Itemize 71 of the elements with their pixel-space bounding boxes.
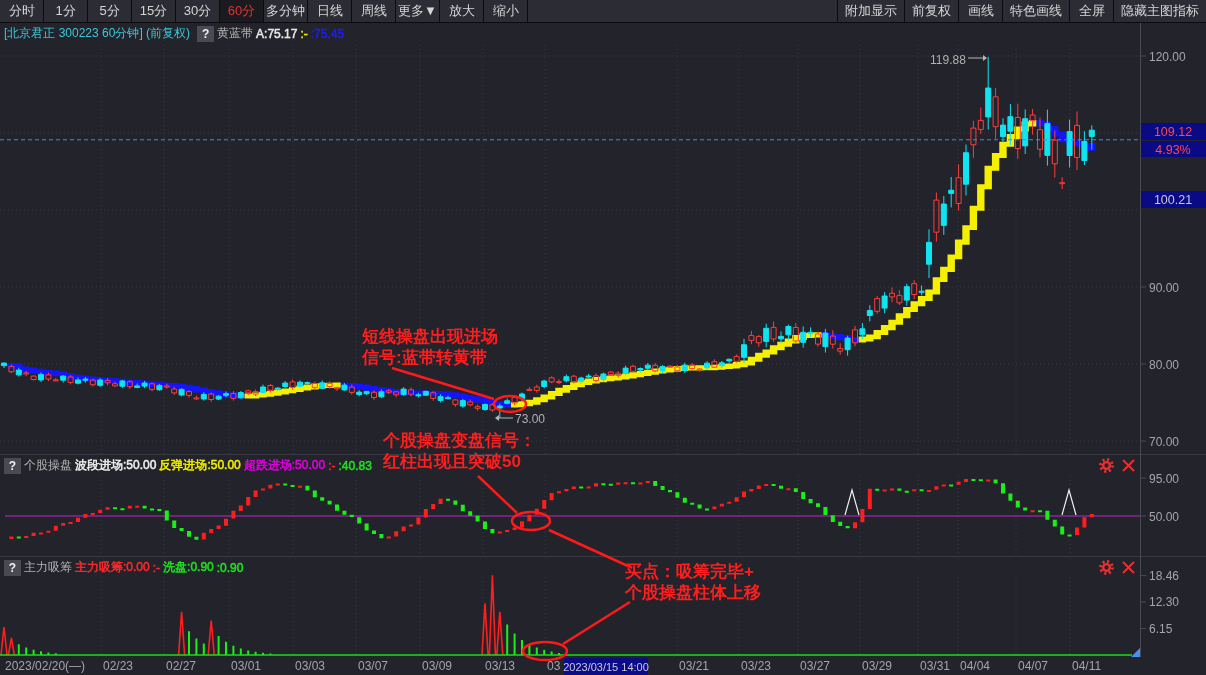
- annotation-text: 短线操盘出现进场 信号:蓝带转黄带: [362, 326, 498, 368]
- indicator-name: 黄蓝带: [217, 25, 254, 42]
- price-axis-label: 90.00: [1149, 280, 1180, 295]
- value-axis-label: 18.46: [1149, 568, 1180, 583]
- date-label: 2023/02/20(—): [5, 659, 86, 673]
- triangle-icon: [1131, 648, 1140, 657]
- value-axis-label: 6.15: [1149, 622, 1173, 636]
- cursor-time-label: 2023/03/15 14:00: [563, 658, 649, 675]
- indicator-value: :0.90: [216, 560, 244, 575]
- close-icon[interactable]: [1122, 561, 1135, 574]
- value-axis-label: 95.00: [1149, 471, 1180, 486]
- date-label: 03/31: [920, 659, 951, 673]
- annotation-ellipse: [521, 640, 569, 662]
- annotation-ellipse: [492, 394, 528, 414]
- leader-line: [562, 600, 631, 646]
- price-axis-label: 70.00: [1149, 434, 1180, 449]
- indicator-value: A:75.17: [256, 26, 298, 41]
- help-button[interactable]: ?: [4, 559, 21, 576]
- help-button[interactable]: ?: [197, 25, 215, 42]
- indicator-value: 洗盘:0.90: [163, 559, 214, 576]
- indicator-value: :40.83: [338, 458, 372, 473]
- timeframe-tab[interactable]: 多分钟: [264, 0, 308, 22]
- chart-title: [北京君正 300223 60分钟] (前复权): [4, 25, 191, 42]
- indicator-value: :-: [328, 458, 336, 473]
- help-button[interactable]: ?: [4, 457, 21, 474]
- date-label: 03/09: [422, 659, 453, 673]
- indicator-name: 主力吸筹: [24, 559, 72, 576]
- peak-marker: [1061, 487, 1077, 516]
- value-axis-label: 50.00: [1149, 509, 1180, 524]
- date-label: 03/29: [862, 659, 893, 673]
- indicator-value: :-: [300, 26, 308, 41]
- indicator-value: 主力吸筹:0.00: [75, 559, 150, 576]
- date-label: 04/04: [960, 659, 991, 673]
- date-label: 03/07: [358, 659, 389, 673]
- low-price-label: 73.00: [515, 412, 546, 426]
- date-label: 03/03: [295, 659, 326, 673]
- change-percent-tag: 4.93%: [1141, 141, 1206, 157]
- annotation-text: 个股操盘变盘信号： 红柱出现且突破50: [383, 430, 536, 472]
- date-label: 03: [547, 659, 561, 673]
- high-price-label: 119.88: [930, 53, 966, 67]
- indicator-value: :-: [152, 560, 161, 575]
- timeframe-tab[interactable]: 更多▼: [396, 0, 440, 22]
- timeframe-tab[interactable]: 60分: [220, 0, 264, 22]
- cursor-price-tag: 100.21: [1141, 191, 1206, 208]
- date-label: 04/11: [1072, 659, 1102, 673]
- pointer-arrow: [495, 415, 514, 421]
- settings-icon[interactable]: [1099, 560, 1114, 575]
- date-label: 03/21: [679, 659, 710, 673]
- indicator-value: 超跌进场:50.00: [243, 457, 326, 474]
- pointer-arrow: [967, 55, 987, 61]
- date-label: 04/07: [1018, 659, 1049, 673]
- date-label: 03/13: [485, 659, 516, 673]
- price-axis-label: 80.00: [1149, 357, 1180, 372]
- indicator-value: :75.45: [310, 26, 345, 41]
- value-axis-label: 12.30: [1149, 595, 1180, 610]
- peak-marker: [844, 487, 860, 516]
- settings-icon[interactable]: [1099, 458, 1114, 473]
- last-price-tag: 109.12: [1141, 123, 1206, 140]
- close-icon[interactable]: [1122, 459, 1135, 472]
- date-label: 03/01: [231, 659, 262, 673]
- date-label: 03/27: [800, 659, 831, 673]
- price-axis-label: 120.00: [1149, 49, 1186, 64]
- indicator-name: 个股操盘: [24, 457, 72, 474]
- date-label: 03/23: [741, 659, 772, 673]
- date-label: 02/23: [103, 659, 134, 673]
- annotation-ellipse: [510, 510, 552, 532]
- indicator-value: 波段进场:50.00: [75, 457, 157, 474]
- annotation-text: 买点：吸筹完毕+ 个股操盘柱体上移: [625, 561, 761, 603]
- leader-line: [477, 475, 518, 514]
- date-label: 02/27: [166, 659, 197, 673]
- indicator-value: 反弹进场:50.00: [159, 457, 241, 474]
